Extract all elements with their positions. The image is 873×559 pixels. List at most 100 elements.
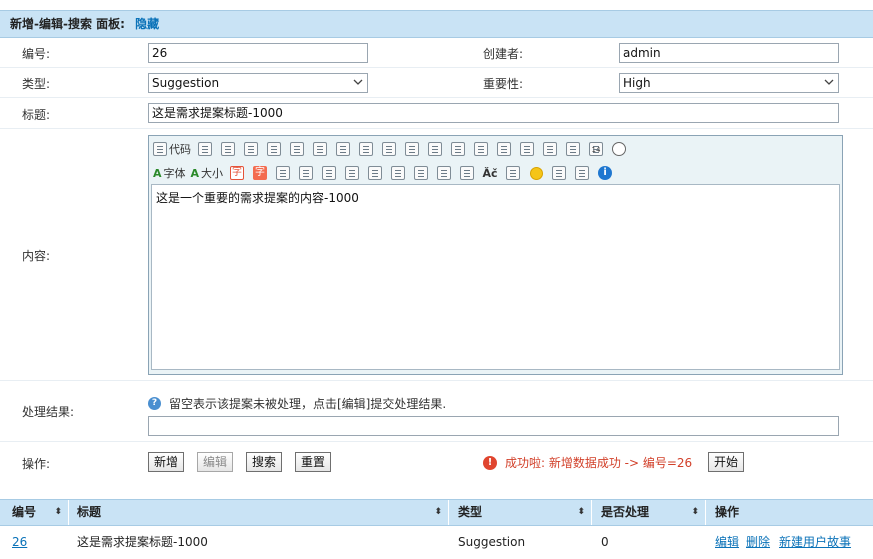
subscript-button[interactable] [541, 140, 559, 158]
flash-button[interactable] [412, 164, 430, 182]
font-size-button[interactable]: A 大小 [191, 164, 224, 182]
strike-button[interactable] [343, 164, 361, 182]
bg-color-button[interactable]: 字 [251, 164, 269, 182]
column-header-type-label: 类型 [458, 505, 483, 519]
special-char-button[interactable]: Ǎč [481, 164, 499, 182]
time-button[interactable] [610, 140, 628, 158]
row-new-story-link[interactable]: 新建用户故事 [779, 533, 851, 551]
sort-icon: ⬍ [434, 507, 442, 517]
date-button[interactable]: 14 [587, 140, 605, 158]
remove-format-button[interactable] [366, 164, 384, 182]
column-header-type[interactable]: 类型 ⬍ [449, 500, 591, 525]
find-button[interactable] [196, 140, 214, 158]
underline-button[interactable] [320, 164, 338, 182]
creator-label: 创建者: [483, 47, 524, 61]
ordered-list-button[interactable] [449, 140, 467, 158]
column-header-processed[interactable]: 是否处理 ⬍ [592, 500, 705, 525]
type-select-value: Suggestion [152, 76, 220, 90]
align-left-icon [382, 142, 396, 156]
row-divider [0, 67, 873, 68]
text-color-button[interactable]: 字 [228, 164, 246, 182]
unordered-list-button[interactable] [472, 140, 490, 158]
hide-panel-link[interactable]: 隐藏 [135, 17, 159, 31]
editor-toolbar-row-1: 代码 14 [153, 139, 633, 159]
outdent-icon [520, 142, 534, 156]
indent-button[interactable] [495, 140, 513, 158]
table-edit-button[interactable] [458, 164, 476, 182]
editor-toolbar-row-2: A 字体 A 大小 字 字 Ǎč i [153, 163, 619, 183]
type-select[interactable]: Suggestion [148, 73, 368, 93]
cut-button[interactable] [288, 140, 306, 158]
row-divider [0, 128, 873, 129]
row-edit-link[interactable]: 编辑 [715, 533, 739, 551]
row-divider [0, 380, 873, 381]
superscript-button[interactable] [564, 140, 582, 158]
scissors-icon [290, 142, 304, 156]
type-label: 类型: [22, 77, 51, 91]
align-left-button[interactable] [380, 140, 398, 158]
undo-button[interactable] [242, 140, 260, 158]
search-button[interactable]: 搜索 [246, 452, 283, 472]
image-button[interactable] [389, 164, 407, 182]
title-field[interactable]: 这是需求提案标题-1000 [148, 103, 839, 123]
unlink-button[interactable] [573, 164, 591, 182]
column-header-title[interactable]: 标题 ⬍ [69, 500, 448, 525]
edit-button[interactable]: 编辑 [197, 452, 234, 472]
importance-select[interactable]: High [619, 73, 839, 93]
table-button[interactable] [435, 164, 453, 182]
paste-text-button[interactable] [357, 140, 375, 158]
reset-button[interactable]: 重置 [295, 452, 332, 472]
fullscreen-button[interactable] [219, 140, 237, 158]
size-button-label: 大小 [201, 167, 224, 180]
horizontal-rule-icon [506, 166, 521, 180]
subscript-icon [543, 142, 557, 156]
align-right-button[interactable] [426, 140, 444, 158]
ordered-list-icon [451, 142, 465, 156]
table-header: 编号 ⬍ 标题 ⬍ 类型 ⬍ 是否处理 ⬍ 操作 [0, 499, 873, 526]
table-icon [437, 166, 452, 180]
italic-button[interactable] [297, 164, 315, 182]
document-icon [153, 142, 167, 156]
add-button[interactable]: 新增 [148, 452, 185, 472]
id-field[interactable]: 26 [148, 43, 368, 63]
row-delete-link[interactable]: 删除 [746, 533, 770, 551]
start-button[interactable]: 开始 [708, 452, 745, 472]
strikethrough-icon [345, 166, 360, 180]
superscript-icon [566, 142, 580, 156]
chevron-down-icon [824, 79, 834, 85]
paste-button[interactable] [334, 140, 352, 158]
font-name-button[interactable]: A 字体 [153, 164, 186, 182]
result-field[interactable] [148, 416, 839, 436]
print-button[interactable] [265, 140, 283, 158]
hr-button[interactable] [504, 164, 522, 182]
result-hint-text: 留空表示该提案未被处理，点击[编辑]提交处理结果. [169, 397, 447, 411]
smiley-icon [529, 166, 543, 180]
outdent-button[interactable] [518, 140, 536, 158]
about-button[interactable]: i [596, 164, 614, 182]
row-id-link[interactable]: 26 [12, 533, 27, 551]
link-icon [552, 166, 567, 180]
editor-content-area[interactable]: 这是一个重要的需求提案的内容-1000 [151, 184, 840, 370]
sort-icon: ⬍ [691, 507, 699, 517]
unordered-list-icon [474, 142, 488, 156]
copy-button[interactable] [311, 140, 329, 158]
bold-button[interactable] [274, 164, 292, 182]
code-button[interactable]: 代码 [153, 140, 191, 158]
title-label: 标题: [22, 108, 51, 122]
link-button[interactable] [550, 164, 568, 182]
question-icon: ? [148, 397, 161, 410]
emoticon-button[interactable] [527, 164, 545, 182]
column-header-processed-label: 是否处理 [601, 505, 650, 519]
status-message: ! 成功啦: 新增数据成功 -> 编号=26 [483, 454, 692, 471]
creator-field[interactable]: admin [619, 43, 839, 63]
column-header-title-label: 标题 [77, 505, 102, 519]
row-processed: 0 [601, 535, 609, 549]
align-center-button[interactable] [403, 140, 421, 158]
printer-icon [267, 142, 281, 156]
paste-text-icon [359, 142, 373, 156]
unlink-icon [575, 166, 590, 180]
calendar-icon: 14 [589, 142, 603, 156]
rich-text-editor: 代码 14 A 字体 A 大小 字 字 Ǎč i 这是一个重要的需求提案的内容-… [148, 135, 843, 375]
column-header-id[interactable]: 编号 ⬍ [0, 500, 68, 525]
column-header-actions: 操作 [706, 500, 873, 525]
